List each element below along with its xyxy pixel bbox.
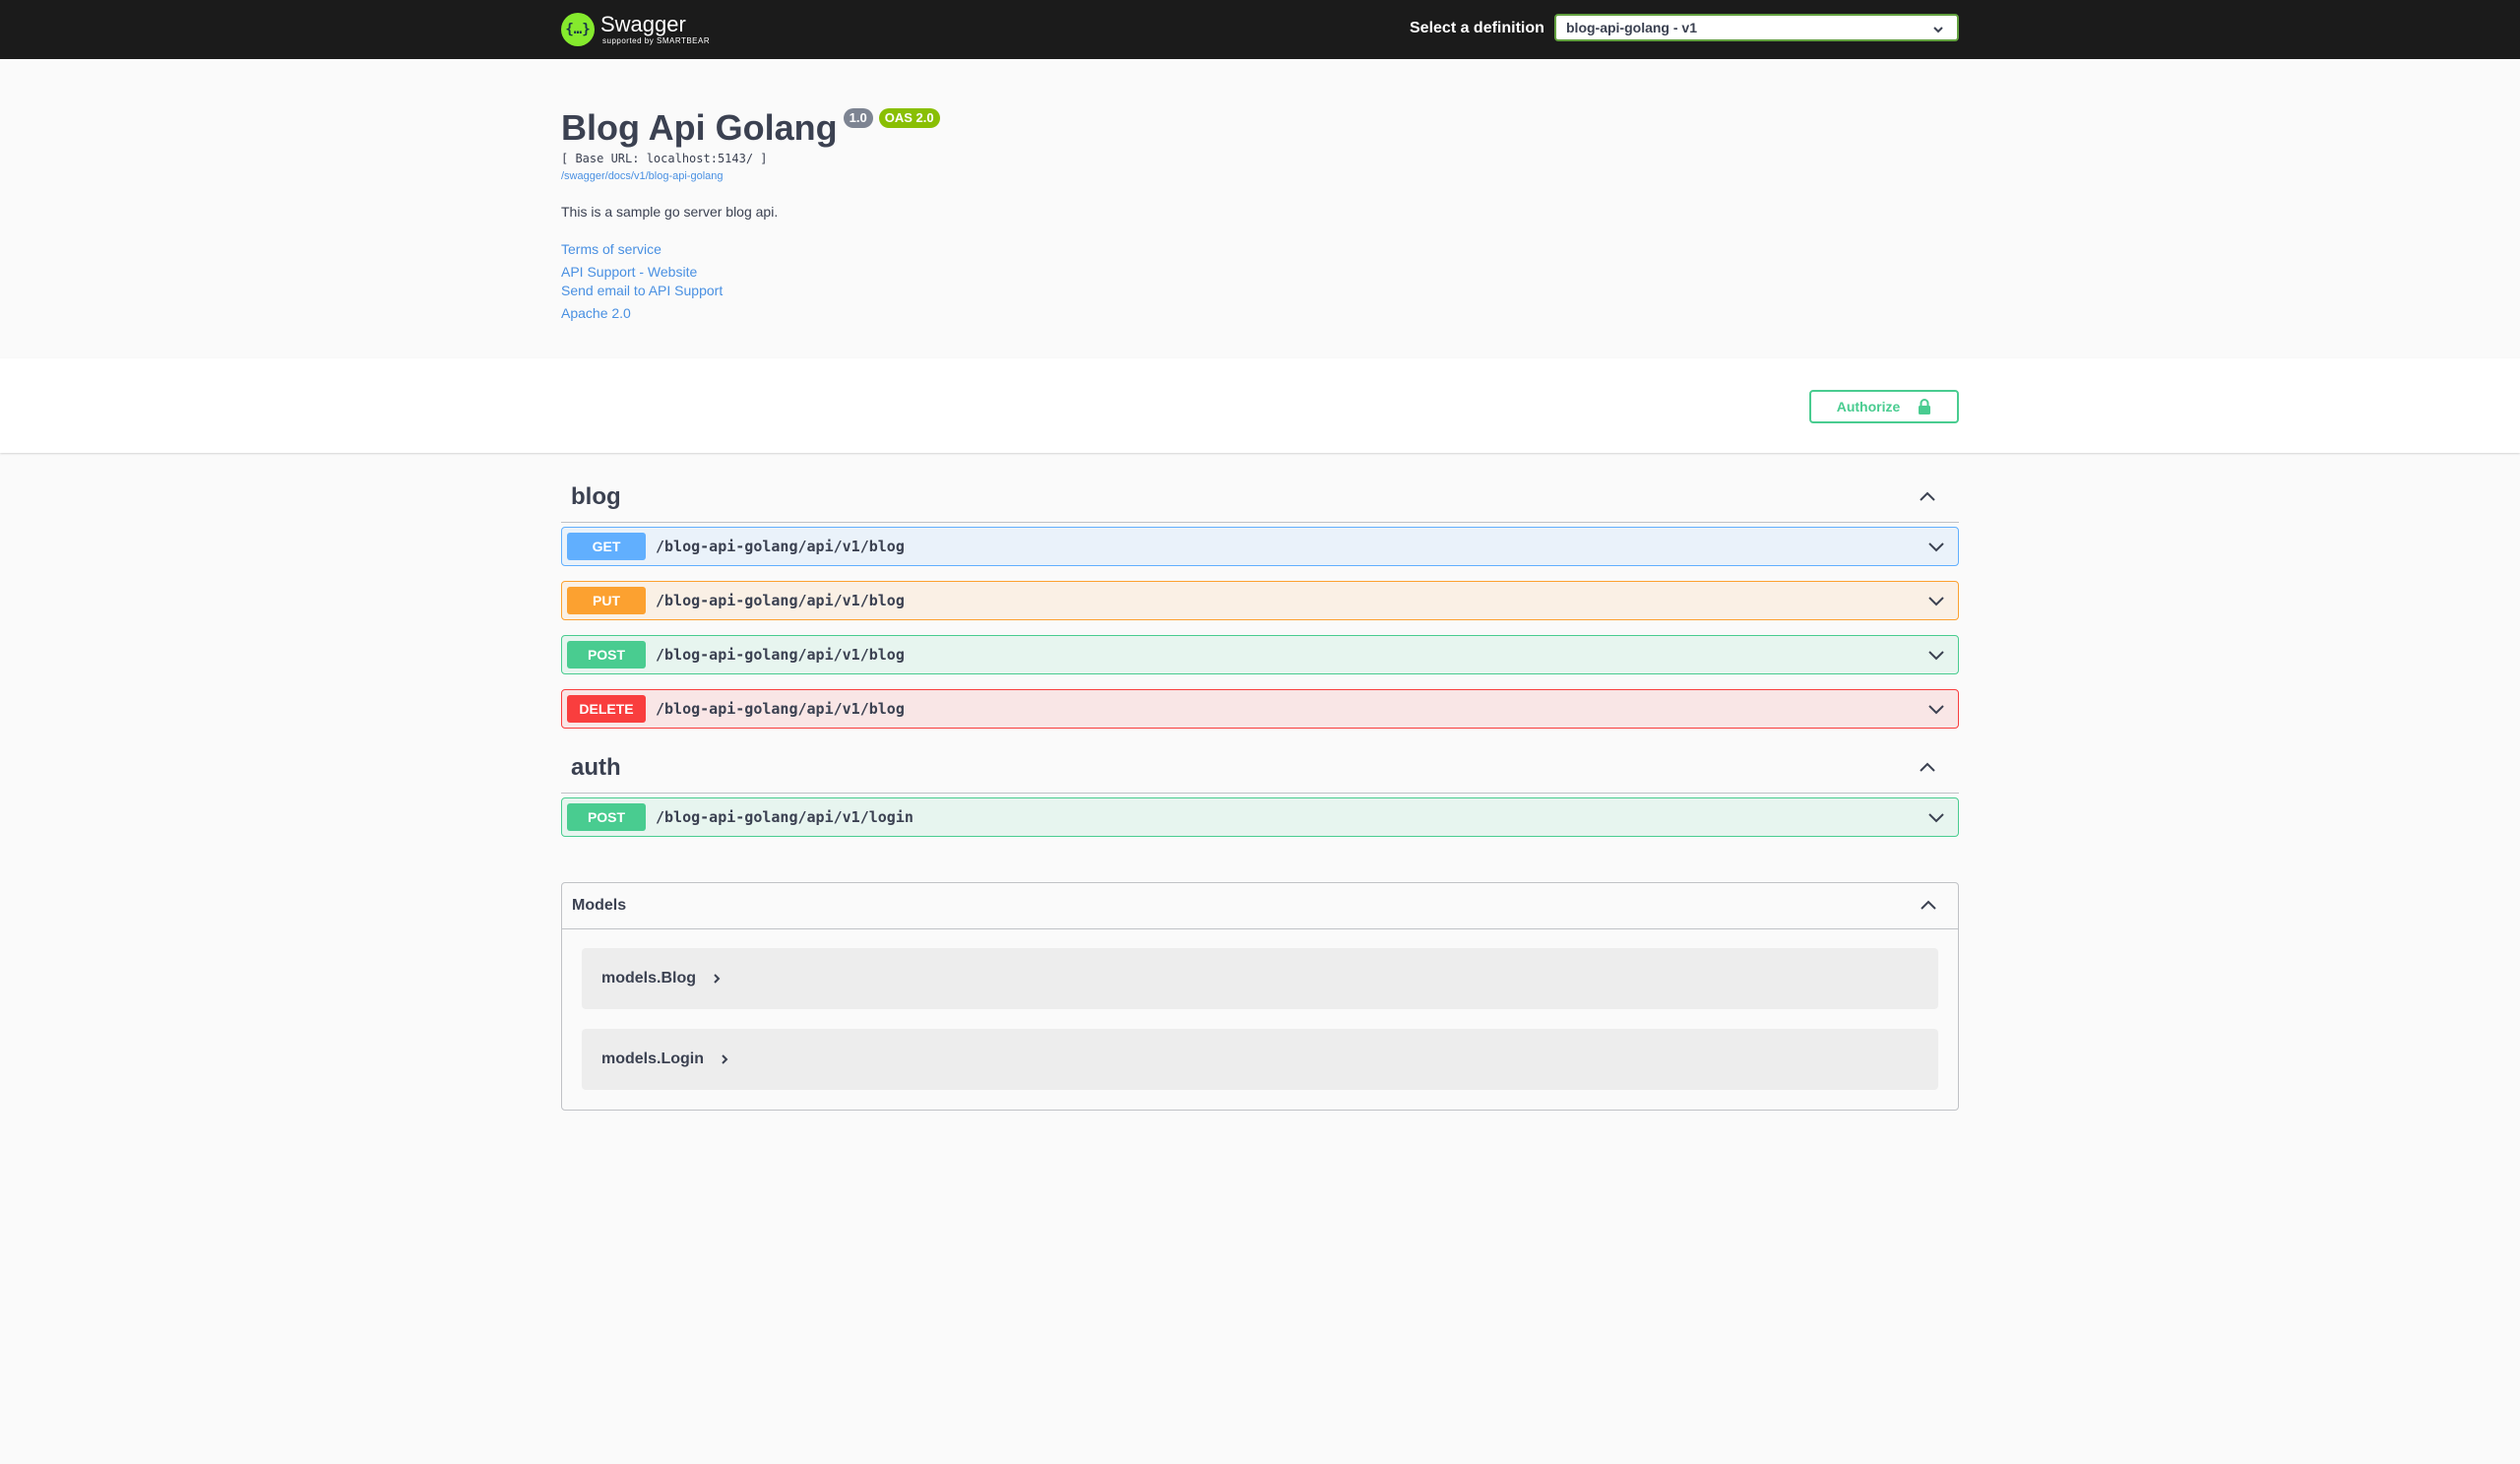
- logo-sub: supported by SMARTBEAR: [602, 36, 711, 45]
- model-item-blog[interactable]: models.Blog: [582, 948, 1938, 1009]
- api-description: This is a sample go server blog api.: [561, 204, 779, 220]
- chevron-down-icon: [1933, 27, 1943, 33]
- swagger-logo[interactable]: {…} Swagger supported by SMARTBEAR: [561, 10, 710, 49]
- chevron-up-icon[interactable]: [1919, 895, 1938, 915]
- api-info: Blog Api Golang 1.0 OAS 2.0 [ Base URL: …: [561, 98, 1959, 321]
- method-badge: POST: [567, 641, 646, 668]
- tag-header-auth[interactable]: auth: [561, 743, 1959, 794]
- oas-badge: OAS 2.0: [878, 108, 940, 128]
- operation-post-blog[interactable]: POST /blog-api-golang/api/v1/blog: [561, 635, 1959, 674]
- logo-name: Swagger: [600, 12, 686, 36]
- version-badge: 1.0: [843, 108, 873, 128]
- chevron-down-icon[interactable]: [1926, 646, 1946, 666]
- chevron-down-icon[interactable]: [1926, 592, 1946, 611]
- chevron-down-icon[interactable]: [1926, 700, 1946, 720]
- operation-path: /blog-api-golang/api/v1/login: [656, 808, 914, 826]
- operation-put-blog[interactable]: PUT /blog-api-golang/api/v1/blog: [561, 581, 1959, 620]
- operation-path: /blog-api-golang/api/v1/blog: [656, 646, 905, 664]
- definition-select[interactable]: blog-api-golang - v1: [1554, 14, 1959, 41]
- operation-path: /blog-api-golang/api/v1/blog: [656, 538, 905, 555]
- terms-of-service-link[interactable]: Terms of service: [561, 241, 1959, 257]
- model-item-login[interactable]: models.Login: [582, 1029, 1938, 1090]
- api-support-email-link[interactable]: Send email to API Support: [561, 283, 1959, 298]
- model-name: models.Blog: [601, 970, 697, 987]
- authorize-button[interactable]: Authorize: [1809, 390, 1959, 423]
- method-badge: PUT: [567, 587, 646, 614]
- models-section: Models models.Blog models.Login: [561, 882, 1959, 1111]
- license-link[interactable]: Apache 2.0: [561, 305, 1959, 321]
- tag-name: auth: [571, 754, 621, 781]
- spec-link[interactable]: /swagger/docs/v1/blog-api-golang: [561, 170, 1959, 182]
- tag-name: blog: [571, 483, 621, 510]
- scheme-container: Authorize: [0, 358, 2520, 453]
- api-support-website-link[interactable]: API Support - Website: [561, 264, 1959, 280]
- operation-post-login[interactable]: POST /blog-api-golang/api/v1/login: [561, 797, 1959, 837]
- operation-delete-blog[interactable]: DELETE /blog-api-golang/api/v1/blog: [561, 689, 1959, 729]
- tag-header-blog[interactable]: blog: [561, 473, 1959, 523]
- page-title: Blog Api Golang: [561, 107, 838, 148]
- definition-value: blog-api-golang - v1: [1566, 20, 1697, 35]
- chevron-up-icon[interactable]: [1918, 757, 1937, 777]
- chevron-right-icon[interactable]: [712, 973, 722, 985]
- method-badge: POST: [567, 803, 646, 831]
- models-title: Models: [572, 897, 627, 914]
- topbar: {…} Swagger supported by SMARTBEAR Selec…: [0, 0, 2520, 59]
- chevron-right-icon[interactable]: [720, 1053, 729, 1065]
- method-badge: DELETE: [567, 695, 646, 723]
- operation-get-blog[interactable]: GET /blog-api-golang/api/v1/blog: [561, 527, 1959, 566]
- method-badge: GET: [567, 533, 646, 560]
- chevron-up-icon[interactable]: [1918, 486, 1937, 506]
- chevron-down-icon[interactable]: [1926, 808, 1946, 828]
- authorize-label: Authorize: [1836, 399, 1901, 414]
- models-header[interactable]: Models: [562, 883, 1958, 929]
- chevron-down-icon[interactable]: [1926, 538, 1946, 557]
- model-name: models.Login: [601, 1050, 704, 1067]
- definition-label: Select a definition: [1410, 20, 1544, 36]
- operation-path: /blog-api-golang/api/v1/blog: [656, 700, 905, 718]
- operation-path: /blog-api-golang/api/v1/blog: [656, 592, 905, 609]
- swagger-braces-icon: {…}: [561, 13, 595, 46]
- lock-icon: [1919, 399, 1931, 414]
